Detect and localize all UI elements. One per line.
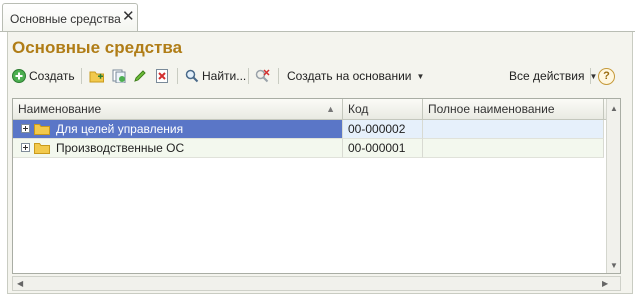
column-header-full-name[interactable]: Полное наименование	[423, 99, 604, 119]
toolbar-separator	[590, 68, 591, 84]
delete-icon	[155, 69, 169, 83]
row-name-cell: Для целей управления	[13, 120, 343, 139]
column-code-label: Код	[348, 102, 369, 116]
column-full-name-label: Полное наименование	[428, 102, 555, 116]
folder-icon	[34, 143, 50, 154]
column-name-label: Наименование	[18, 102, 102, 116]
table-row[interactable]: Производственные ОС 00-000001	[13, 139, 604, 158]
expand-icon[interactable]	[21, 124, 30, 133]
row-name: Производственные ОС	[56, 141, 185, 155]
delete-button[interactable]	[155, 66, 169, 86]
create-folder-button[interactable]	[89, 66, 104, 86]
toolbar-separator	[278, 68, 279, 84]
create-based-on-label: Создать на основании	[287, 69, 412, 83]
help-button[interactable]: ?	[598, 66, 615, 86]
create-label: Создать	[29, 69, 75, 83]
folder-icon	[34, 124, 50, 135]
horizontal-scrollbar[interactable]: ◀ ▶	[12, 276, 621, 291]
create-based-on-dropdown[interactable]: Создать на основании ▼	[287, 66, 424, 86]
data-table: Наименование ▲ Код Полное наименование Д…	[12, 98, 621, 274]
row-code-cell: 00-000001	[343, 139, 423, 158]
command-bar: Создать Найти... Создать на основании ▼ …	[12, 66, 622, 86]
find-label: Найти...	[202, 69, 247, 83]
column-header-name[interactable]: Наименование ▲	[13, 99, 343, 119]
row-name-cell: Производственные ОС	[13, 139, 343, 158]
close-icon[interactable]: ✕	[122, 9, 135, 25]
edit-button[interactable]	[133, 66, 147, 86]
page-title: Основные средства	[12, 38, 183, 57]
scroll-down-icon[interactable]: ▼	[610, 261, 618, 270]
cancel-search-button[interactable]	[255, 66, 270, 86]
all-actions-label: Все действия	[509, 69, 585, 83]
row-code: 00-000002	[348, 122, 406, 136]
tab-title: Основные средства	[10, 12, 121, 26]
column-header-code[interactable]: Код	[343, 99, 423, 119]
tab-fixed-assets[interactable]: Основные средства ✕	[2, 3, 138, 31]
chevron-down-icon: ▼	[416, 71, 425, 81]
row-full-name-cell	[423, 139, 604, 158]
expand-icon[interactable]	[21, 143, 30, 152]
all-actions-dropdown[interactable]: Все действия ▼	[509, 66, 597, 86]
create-button[interactable]: Создать	[12, 66, 75, 86]
cancel-search-icon	[255, 69, 270, 83]
row-full-name-cell	[423, 120, 604, 139]
table-row[interactable]: Для целей управления 00-000002	[13, 120, 604, 139]
table-header: Наименование ▲ Код Полное наименование	[13, 99, 620, 120]
vertical-scrollbar[interactable]: ▲ ▼	[606, 99, 620, 273]
pencil-icon	[133, 69, 147, 83]
toolbar-separator	[177, 68, 178, 84]
find-button[interactable]: Найти...	[185, 66, 246, 86]
toolbar-separator	[248, 68, 249, 84]
row-name: Для целей управления	[56, 122, 184, 136]
tab-bar: Основные средства ✕	[0, 0, 635, 32]
sort-ascending-icon: ▲	[326, 104, 335, 114]
add-icon	[12, 69, 26, 83]
scroll-right-icon[interactable]: ▶	[602, 279, 608, 288]
row-code-cell: 00-000002	[343, 120, 423, 139]
search-icon	[185, 69, 199, 83]
toolbar-separator	[81, 68, 82, 84]
copy-button[interactable]	[111, 66, 126, 86]
scroll-up-icon[interactable]: ▲	[610, 104, 618, 113]
row-code: 00-000001	[348, 141, 406, 155]
copy-icon	[111, 69, 126, 84]
help-icon: ?	[598, 67, 615, 85]
new-folder-icon	[89, 69, 104, 83]
scroll-left-icon[interactable]: ◀	[17, 279, 23, 288]
